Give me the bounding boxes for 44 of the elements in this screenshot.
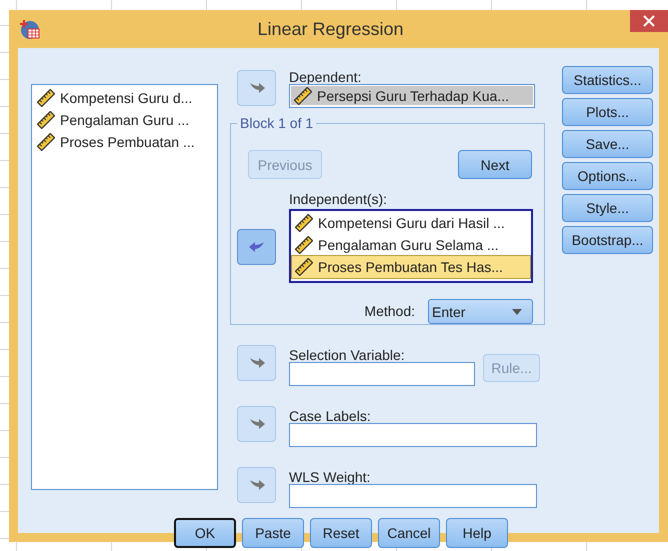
left-arrow-icon bbox=[248, 240, 266, 254]
dialog-button[interactable]: OK bbox=[174, 518, 236, 548]
ruler-icon bbox=[294, 86, 312, 104]
right-arrow-icon bbox=[248, 81, 266, 95]
variable-item[interactable]: Kompetensi Guru dari Hasil ... bbox=[292, 212, 530, 234]
dialog-button[interactable]: Statistics... bbox=[562, 66, 653, 94]
input-field[interactable] bbox=[289, 362, 475, 386]
dialog-button[interactable]: Options... bbox=[562, 162, 653, 190]
dropdown-caret-icon bbox=[512, 308, 522, 314]
variable-item[interactable]: Kompetensi Guru d... bbox=[34, 87, 215, 109]
dialog-button[interactable]: Cancel bbox=[378, 518, 440, 548]
field-label: Dependent: bbox=[289, 70, 362, 85]
move-button[interactable] bbox=[237, 229, 276, 265]
dialog-button[interactable]: Plots... bbox=[562, 98, 653, 126]
right-arrow-icon bbox=[248, 356, 266, 370]
independents-list[interactable]: Kompetensi Guru dari Hasil ... Pengalaman Guru Selama ... Proses Pembuatan Tes Has... bbox=[289, 209, 533, 283]
field-label: Case Labels: bbox=[289, 409, 372, 424]
field-label: Selection Variable: bbox=[289, 348, 406, 363]
dialog-button[interactable]: Help bbox=[446, 518, 508, 548]
dialog-button[interactable]: Style... bbox=[562, 194, 653, 222]
variable-item[interactable]: Proses Pembuatan ... bbox=[34, 131, 215, 153]
method-label: Method: bbox=[364, 304, 415, 319]
right-arrow-icon bbox=[248, 417, 266, 431]
input-field[interactable] bbox=[289, 484, 537, 508]
variable-list[interactable]: Kompetensi Guru d... Pengalaman Guru ... Proses Pembuatan ... bbox=[31, 84, 218, 490]
window-title: Linear Regression bbox=[256, 18, 405, 40]
dialog-button[interactable]: Reset bbox=[310, 518, 372, 548]
variable-item[interactable]: Pengalaman Guru ... bbox=[34, 109, 215, 131]
field-label: WLS Weight: bbox=[289, 470, 372, 485]
close-button[interactable] bbox=[630, 10, 668, 32]
dialog-button[interactable]: Bootstrap... bbox=[562, 226, 653, 254]
variable-item[interactable]: Proses Pembuatan Tes Has... bbox=[292, 256, 530, 278]
method-dropdown[interactable]: Enter bbox=[428, 299, 533, 324]
dialog-button[interactable]: Save... bbox=[562, 130, 653, 158]
ruler-icon bbox=[295, 258, 313, 276]
input-field[interactable] bbox=[289, 423, 537, 447]
block-title: Block 1 of 1 bbox=[237, 115, 316, 131]
app-icon bbox=[19, 18, 41, 40]
variable-item[interactable]: Pengalaman Guru Selama ... bbox=[292, 234, 530, 256]
dialog-button[interactable]: Paste bbox=[242, 518, 304, 548]
right-arrow-icon bbox=[248, 478, 266, 492]
close-icon bbox=[643, 15, 655, 27]
next-button[interactable]: Next bbox=[458, 150, 532, 179]
field-label: Independent(s): bbox=[289, 192, 388, 207]
